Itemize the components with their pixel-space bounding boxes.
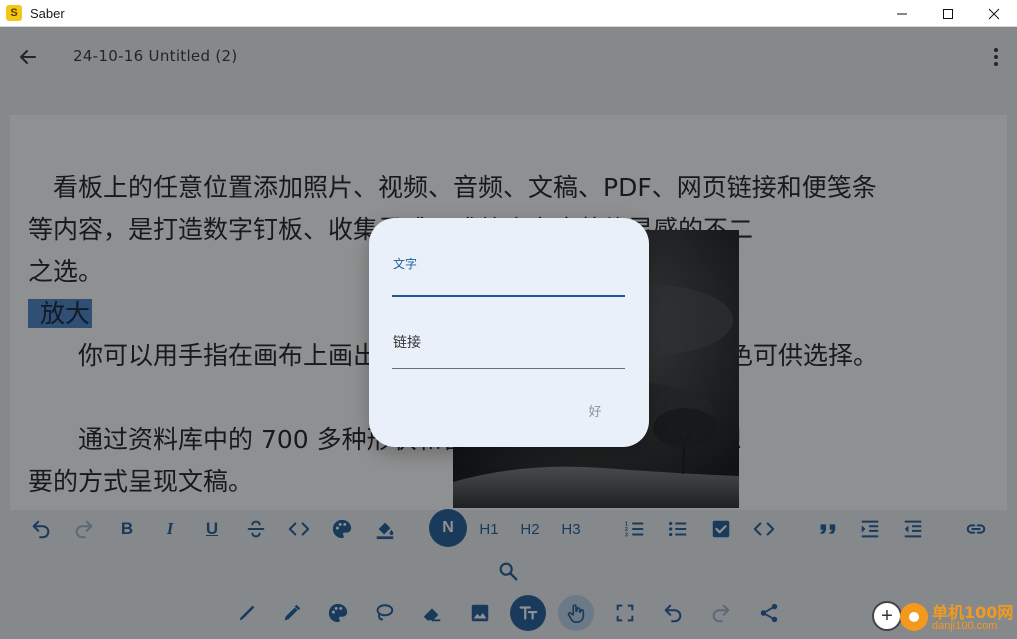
maximize-button[interactable]	[925, 0, 971, 27]
site-watermark: + 单机100网 danji100.com	[868, 597, 1017, 639]
plus-icon: +	[872, 601, 902, 631]
watermark-logo-icon	[900, 603, 928, 631]
text-input[interactable]	[392, 270, 625, 294]
close-icon	[988, 8, 1000, 19]
app-window: S Saber 24-10-16 Untitled (2) 看板上的任意位置添加…	[0, 0, 1017, 639]
window-title: Saber	[30, 5, 65, 21]
maximize-icon	[943, 8, 953, 19]
minimize-button[interactable]	[879, 0, 925, 27]
link-field-label[interactable]: 链接	[393, 332, 421, 352]
ok-button[interactable]: 好	[575, 398, 615, 422]
saber-app-icon: S	[6, 5, 22, 21]
watermark-site-url: danji100.com	[932, 620, 998, 632]
window-controls	[879, 0, 1017, 27]
minimize-icon	[897, 13, 907, 14]
close-button[interactable]	[971, 0, 1017, 27]
link-field-underline	[392, 368, 625, 369]
insert-link-dialog: 文字 链接 好	[369, 218, 649, 447]
os-title-bar: S Saber	[0, 0, 1017, 27]
text-field-underline	[392, 295, 625, 297]
